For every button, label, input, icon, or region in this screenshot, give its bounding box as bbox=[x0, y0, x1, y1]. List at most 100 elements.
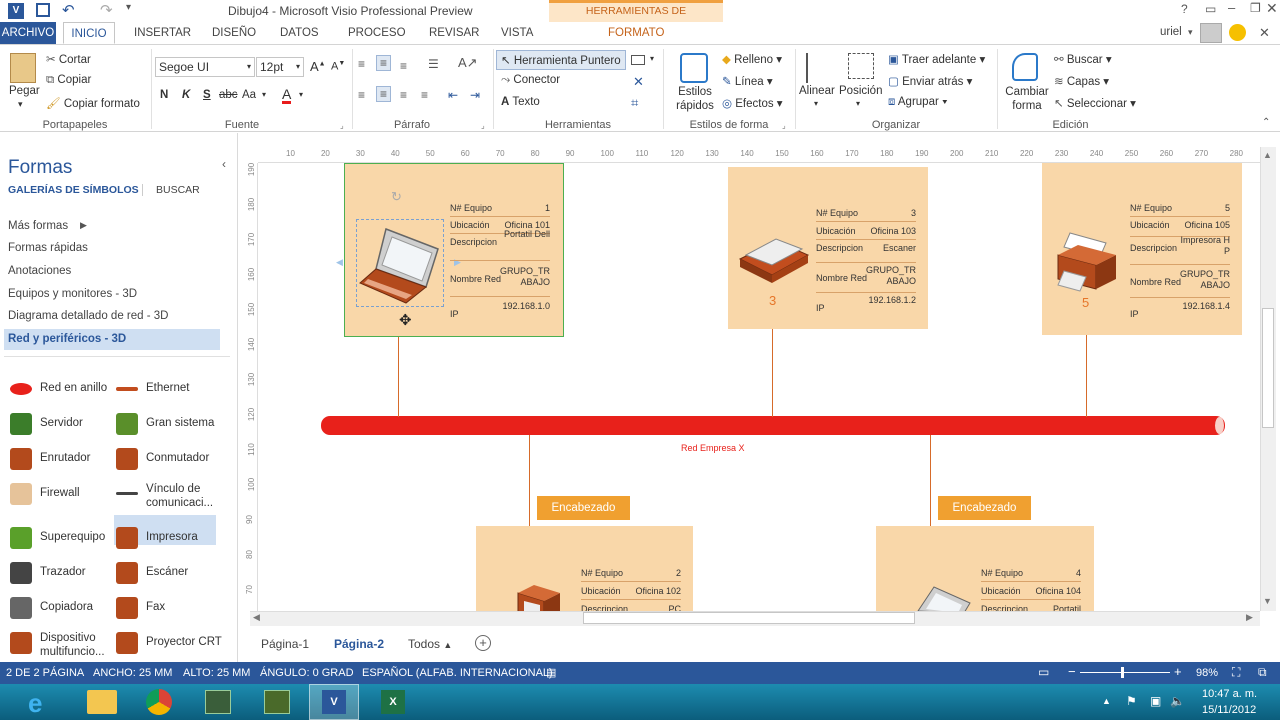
scanner-icon[interactable] bbox=[736, 233, 810, 287]
printer-icon[interactable] bbox=[514, 581, 564, 611]
selection-box[interactable] bbox=[356, 219, 444, 307]
quick-styles-button[interactable]: Estilos rápidos bbox=[670, 85, 720, 113]
zoom-out-button[interactable]: − bbox=[1068, 664, 1076, 679]
align-shapes-dropdown-icon[interactable]: ▾ bbox=[814, 99, 818, 108]
action-center-icon[interactable]: ⚑ bbox=[1126, 694, 1137, 708]
font-family-select[interactable]: Segoe UI ▾ bbox=[155, 57, 255, 77]
align-bottom-icon[interactable]: ≡ bbox=[400, 59, 407, 73]
change-case-dropdown-icon[interactable]: ▾ bbox=[262, 90, 266, 99]
align-top-icon[interactable]: ≡ bbox=[358, 57, 365, 71]
stencil-item[interactable]: Fax bbox=[146, 600, 226, 614]
app-icon[interactable] bbox=[264, 690, 290, 714]
help-button[interactable]: ? bbox=[1181, 2, 1188, 16]
increase-indent-icon[interactable]: ⇥ bbox=[470, 88, 480, 102]
macro-record-icon[interactable]: ▤ bbox=[546, 666, 556, 679]
shrink-font-button[interactable]: A▼ bbox=[331, 60, 345, 73]
align-left-icon[interactable]: ≡ bbox=[358, 88, 365, 102]
redo-icon[interactable]: ↷ bbox=[100, 1, 113, 19]
zoom-slider[interactable] bbox=[1080, 672, 1170, 673]
ie-icon[interactable]: e bbox=[28, 688, 42, 719]
scroll-right-icon[interactable]: ▶ bbox=[1246, 612, 1253, 623]
tab-vista[interactable]: VISTA bbox=[493, 22, 541, 44]
stencil-item[interactable]: Conmutador bbox=[146, 451, 226, 465]
line-button[interactable]: ✎ Línea ▾ bbox=[722, 74, 773, 88]
stencil-item[interactable]: Ethernet bbox=[146, 381, 226, 395]
tab-stencils[interactable]: GALERÍAS DE SÍMBOLOS bbox=[8, 184, 139, 196]
collapse-ribbon-icon[interactable]: ⌃ bbox=[1262, 117, 1270, 128]
page-tab-2[interactable]: Página-2 bbox=[334, 637, 384, 651]
zoom-in-button[interactable]: + bbox=[1174, 664, 1182, 679]
tab-diseno[interactable]: DISEÑO bbox=[204, 22, 264, 44]
send-backward-button[interactable]: ▢ Enviar atrás ▾ bbox=[888, 74, 972, 88]
collapse-pane-icon[interactable]: ‹ bbox=[222, 157, 226, 171]
undo-icon[interactable]: ↶ bbox=[62, 1, 75, 19]
more-shapes-link[interactable]: Más formas bbox=[8, 220, 68, 232]
paste-icon[interactable] bbox=[10, 53, 36, 83]
group-button[interactable]: ⧈ Agrupar ▾ bbox=[888, 96, 948, 109]
scroll-left-icon[interactable]: ◀ bbox=[253, 612, 260, 623]
change-case-button[interactable]: Aa bbox=[242, 89, 256, 101]
visio-app-icon[interactable]: V bbox=[8, 3, 24, 19]
paste-dropdown-icon[interactable]: ▾ bbox=[18, 99, 23, 110]
stencil-item[interactable]: Copiadora bbox=[40, 600, 120, 614]
crop-tool-icon[interactable]: ⌗ bbox=[631, 95, 638, 111]
effects-button[interactable]: ◎ Efectos ▾ bbox=[722, 96, 783, 110]
stencil-item[interactable]: Superequipo bbox=[40, 530, 120, 544]
restore-button[interactable]: ❐ bbox=[1250, 1, 1261, 15]
scroll-down-icon[interactable]: ▼ bbox=[1263, 596, 1272, 606]
status-page[interactable]: 2 DE 2 PÁGINA bbox=[6, 667, 84, 679]
shape-styles-dialog-launcher-icon[interactable]: ⌟ bbox=[782, 121, 786, 130]
close-file-icon[interactable]: ✕ bbox=[1259, 25, 1270, 41]
user-name[interactable]: uriel bbox=[1160, 26, 1182, 38]
select-button[interactable]: ↖ Seleccionar ▾ bbox=[1054, 96, 1136, 110]
presentation-mode-icon[interactable]: ▭ bbox=[1038, 665, 1049, 679]
connector-button[interactable]: ⤳ Conector bbox=[501, 74, 560, 87]
file-explorer-icon[interactable] bbox=[87, 690, 117, 714]
position-button[interactable]: Posición bbox=[839, 85, 882, 97]
close-button[interactable]: ✕ bbox=[1266, 0, 1278, 17]
align-right-icon[interactable]: ≡ bbox=[400, 88, 407, 102]
format-painter-button[interactable]: 🖌 Copiar formato bbox=[46, 96, 140, 110]
printer-icon[interactable] bbox=[1050, 227, 1122, 299]
connector-line[interactable] bbox=[772, 329, 773, 417]
app-icon[interactable] bbox=[205, 690, 231, 714]
network-bus-shape[interactable] bbox=[321, 416, 1225, 435]
connection-arrow-left-icon[interactable]: ◀ bbox=[336, 257, 343, 268]
connection-point-icon[interactable]: ✕ bbox=[633, 74, 644, 90]
save-icon[interactable] bbox=[36, 3, 50, 17]
clock-time[interactable]: 10:47 a. m. bbox=[1202, 688, 1257, 700]
quick-styles-icon[interactable] bbox=[680, 53, 708, 83]
font-size-select[interactable]: 12pt ▾ bbox=[256, 57, 304, 77]
font-color-button[interactable]: A bbox=[282, 87, 292, 104]
excel-taskbar-icon[interactable]: X bbox=[381, 690, 405, 714]
tab-proceso[interactable]: PROCESO bbox=[340, 22, 414, 44]
scroll-up-icon[interactable]: ▲ bbox=[1263, 150, 1272, 160]
clock-date[interactable]: 15/11/2012 bbox=[1202, 704, 1256, 716]
vertical-scroll-thumb[interactable] bbox=[1262, 308, 1274, 428]
shape-dropdown-icon[interactable]: ▾ bbox=[650, 54, 654, 63]
tab-revisar[interactable]: REVISAR bbox=[421, 22, 488, 44]
stencil-item[interactable]: Gran sistema bbox=[146, 416, 226, 430]
font-color-dropdown-icon[interactable]: ▾ bbox=[299, 90, 303, 99]
change-shape-button[interactable]: Cambiar forma bbox=[1002, 85, 1052, 113]
font-dialog-launcher-icon[interactable]: ⌟ bbox=[340, 121, 344, 130]
switch-windows-icon[interactable]: ⧉ bbox=[1258, 665, 1267, 680]
stencil-item[interactable]: Dispositivo multifuncio... bbox=[40, 631, 120, 659]
stencil-item[interactable]: Red en anillo bbox=[40, 381, 120, 395]
chrome-icon[interactable] bbox=[146, 689, 172, 715]
zoom-level[interactable]: 98% bbox=[1196, 667, 1218, 679]
find-button[interactable]: ⚯ Buscar ▾ bbox=[1054, 52, 1112, 66]
bold-button[interactable]: N bbox=[160, 89, 168, 101]
align-middle-icon[interactable]: ≡ bbox=[376, 55, 392, 71]
align-shapes-icon[interactable] bbox=[806, 53, 830, 83]
text-direction-icon[interactable]: A↗ bbox=[458, 55, 478, 71]
laptop-icon[interactable] bbox=[914, 583, 974, 611]
tab-inicio[interactable]: INICIO bbox=[63, 22, 115, 44]
rotate-handle-icon[interactable]: ↻ bbox=[391, 189, 402, 205]
container-header-2[interactable]: Encabezado bbox=[938, 496, 1031, 520]
tray-arrow-icon[interactable]: ▲ bbox=[1102, 696, 1111, 706]
quick-shapes-link[interactable]: Formas rápidas bbox=[8, 242, 88, 254]
connector-line[interactable] bbox=[1086, 335, 1087, 417]
italic-button[interactable]: K bbox=[182, 89, 190, 101]
stencil-item[interactable]: Enrutador bbox=[40, 451, 120, 465]
